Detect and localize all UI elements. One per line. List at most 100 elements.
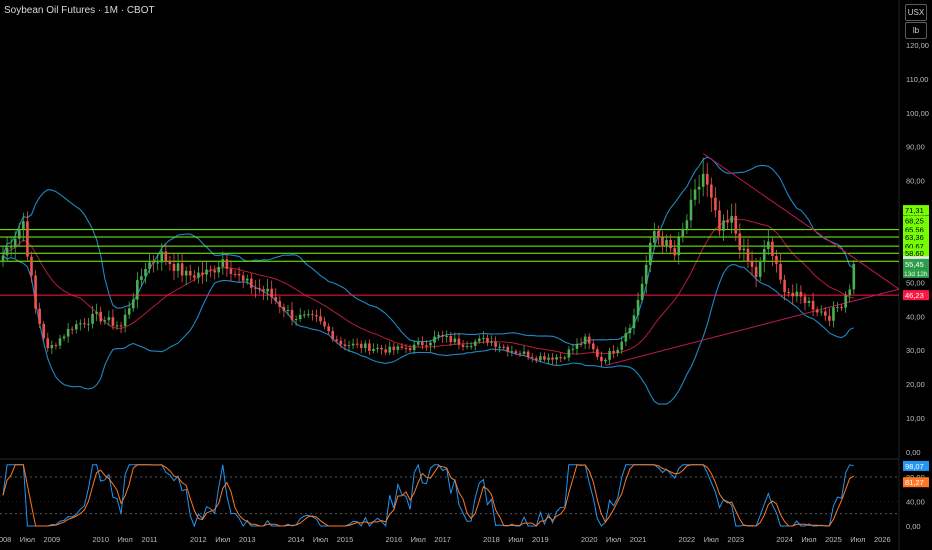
candle-body <box>534 358 538 361</box>
x-axis-tick: Июл <box>801 535 816 544</box>
rsi-axis-tick: 0,00 <box>906 522 921 531</box>
candle-body <box>673 248 676 256</box>
candle-body <box>522 351 526 354</box>
candle-body <box>392 346 396 350</box>
candle-body <box>425 345 428 347</box>
candle-body <box>465 346 469 348</box>
candle-body <box>91 313 94 324</box>
x-axis-tick: Июл <box>704 535 719 544</box>
candle-body <box>388 346 392 353</box>
candle-body <box>453 338 457 343</box>
candle-body <box>213 270 216 273</box>
candle-body <box>241 275 245 281</box>
candle-body <box>612 350 615 354</box>
candle-body <box>17 228 21 239</box>
candle-body <box>714 197 717 211</box>
candle-body <box>262 289 265 292</box>
candle-body <box>13 238 17 248</box>
x-axis-tick: 2015 <box>337 535 354 544</box>
candle-body <box>490 341 493 343</box>
x-axis-tick: 2011 <box>141 535 157 544</box>
candle-body <box>787 292 790 294</box>
x-axis-tick: 2022 <box>679 535 696 544</box>
candle-body <box>5 247 9 256</box>
candle-body <box>811 300 815 310</box>
candle-body <box>225 259 229 269</box>
candle-body <box>290 309 294 320</box>
candle-body <box>457 338 461 345</box>
candle-body <box>384 349 387 353</box>
candle-body <box>408 348 412 351</box>
x-axis-tick: 2013 <box>239 535 256 544</box>
candle-body <box>461 344 465 347</box>
candle-body <box>30 256 33 276</box>
candle-body <box>9 247 13 249</box>
x-axis-tick: 2017 <box>434 535 451 544</box>
x-axis-tick: 2019 <box>532 535 549 544</box>
candle-body <box>539 356 542 361</box>
candle-body <box>640 283 644 300</box>
candle-body <box>767 241 770 250</box>
candle-body <box>193 275 196 278</box>
x-axis-tick: Июл <box>215 535 230 544</box>
candle-body <box>653 231 656 243</box>
candle-body <box>79 323 82 325</box>
candle-body <box>111 317 115 326</box>
price-axis-tick: 30,00 <box>906 346 925 355</box>
candle-body <box>368 343 371 351</box>
candle-body <box>473 341 477 346</box>
x-axis-tick: 2012 <box>190 535 207 544</box>
candle-body <box>58 338 62 346</box>
candle-body <box>380 347 383 350</box>
candle-body <box>66 328 70 337</box>
candle-body <box>742 248 746 251</box>
candle-body <box>746 248 750 262</box>
candle-body <box>844 295 847 308</box>
candle-body <box>1 255 5 262</box>
rsi-slow-value-label: 81,27 <box>905 478 924 487</box>
candle-body <box>518 353 522 355</box>
candle-body <box>46 338 50 349</box>
price-axis-tick: 120,00 <box>906 41 929 50</box>
candle-body <box>327 326 330 332</box>
candle-body <box>681 228 685 238</box>
candle-body <box>258 288 261 290</box>
candle-body <box>229 268 233 274</box>
price-level-label: 68,25 <box>905 216 924 225</box>
x-axis-tick: Июл <box>20 535 35 544</box>
bollinger-upper-band <box>2 156 855 346</box>
price-axis-tick: 80,00 <box>906 177 925 186</box>
candle-body <box>445 335 449 337</box>
candle-body <box>416 342 420 345</box>
candle-body <box>294 319 298 321</box>
x-axis-tick: 2014 <box>288 535 305 544</box>
x-axis-tick: 2008 <box>0 535 11 544</box>
candle-body <box>502 346 506 348</box>
price-axis-tick: 100,00 <box>906 109 929 118</box>
candle-body <box>807 300 811 304</box>
candle-body <box>42 323 46 339</box>
candle-body <box>184 270 188 276</box>
candle-body <box>628 328 632 334</box>
candle-body <box>587 336 591 344</box>
candle-body <box>307 314 310 316</box>
price-axis-tick: 40,00 <box>906 312 925 321</box>
x-axis-tick: 2016 <box>385 535 402 544</box>
bollinger-lower-band <box>2 255 854 405</box>
candle-body <box>245 278 249 281</box>
candle-body <box>644 264 648 284</box>
candle-body <box>803 296 807 304</box>
candle-body <box>412 344 416 351</box>
trendline-lower <box>605 288 900 366</box>
chart-svg[interactable]: 120,00110,00100,0090,0080,0070,0060,0050… <box>0 0 932 550</box>
candle-body <box>335 339 339 341</box>
candle-body <box>437 335 440 337</box>
candle-body <box>832 307 835 321</box>
candle-body <box>355 343 359 345</box>
price-axis-tick: 110,00 <box>906 75 928 84</box>
candle-body <box>144 268 147 277</box>
candle-body <box>840 307 843 309</box>
candle-body <box>266 288 269 292</box>
candle-body <box>87 323 90 325</box>
candle-body <box>201 272 204 275</box>
